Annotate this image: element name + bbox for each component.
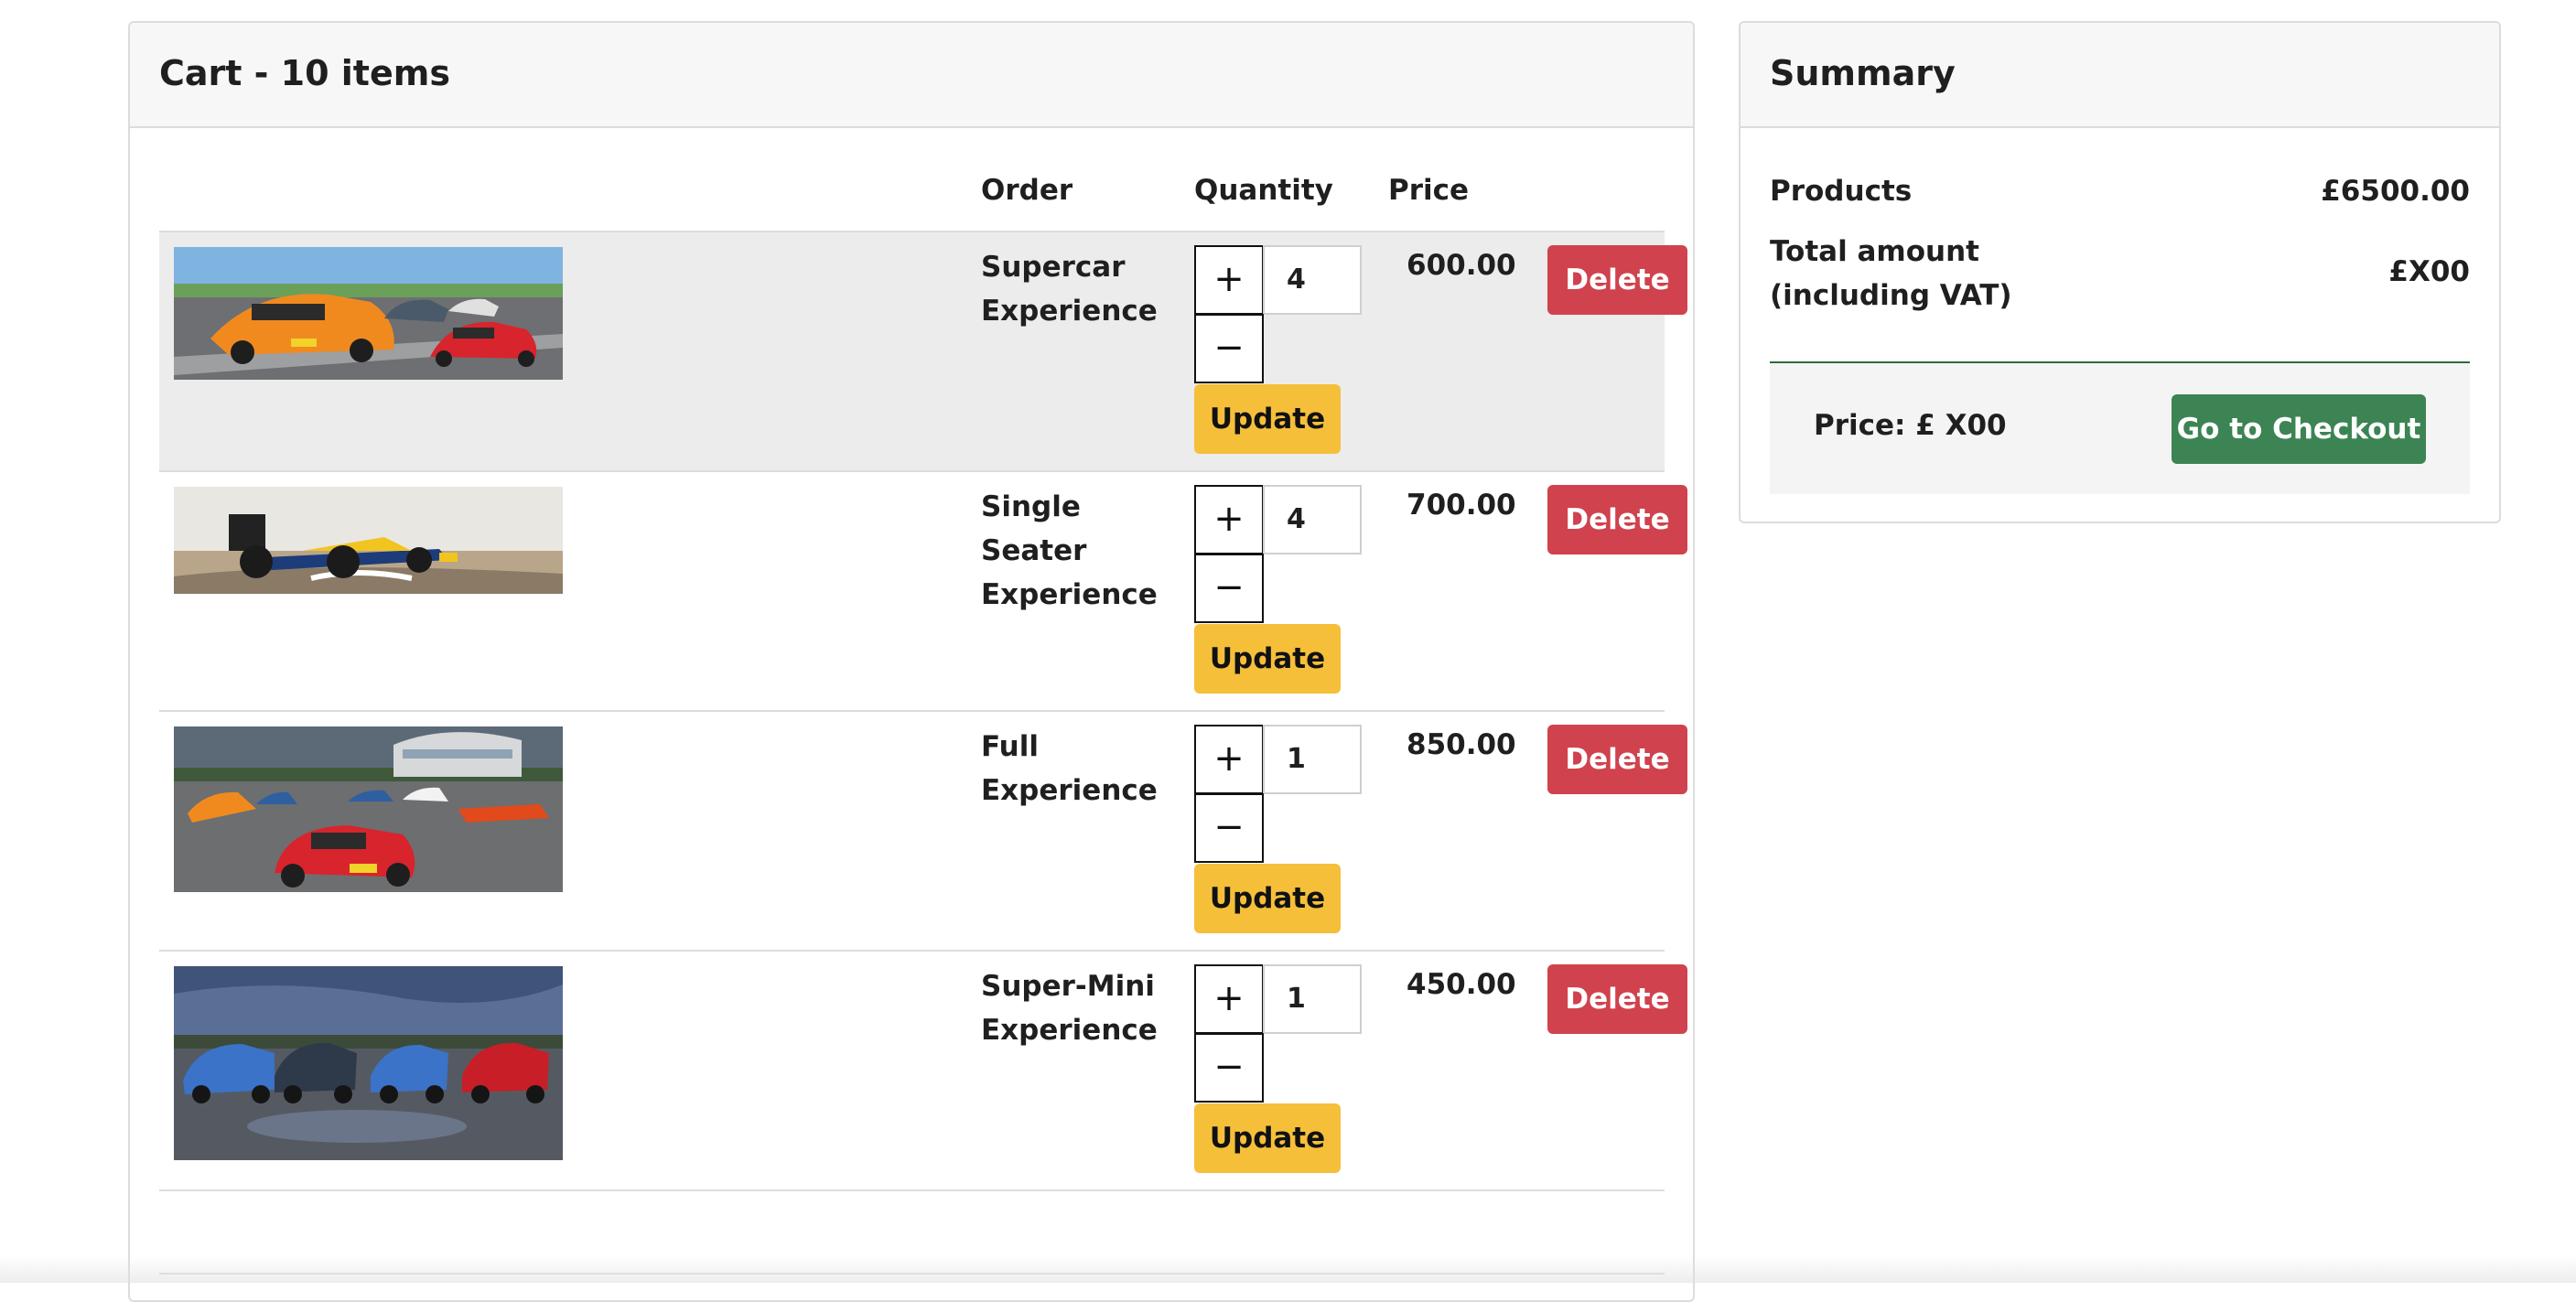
delete-button[interactable]: Delete — [1547, 725, 1687, 794]
product-name: Full Experience — [981, 730, 1158, 807]
item-price: 700.00 — [1407, 489, 1516, 522]
quantity-input[interactable]: 4 — [1263, 245, 1362, 315]
cart-row: Full Experience + 1 − Update 850.00 Dele… — [159, 710, 1687, 950]
super-mini-photo — [174, 966, 563, 1160]
item-price: 450.00 — [1407, 968, 1516, 1001]
column-header-order: Order — [981, 174, 1073, 207]
quantity-decrease-button[interactable]: − — [1194, 793, 1264, 863]
quantity-decrease-button[interactable]: − — [1194, 554, 1264, 623]
total-amount-value: £X00 — [2388, 255, 2470, 288]
products-value: £6500.00 — [2321, 175, 2470, 208]
update-button[interactable]: Update — [1194, 1103, 1341, 1173]
quantity-input[interactable]: 1 — [1263, 964, 1362, 1034]
quantity-increase-button[interactable]: + — [1194, 725, 1264, 794]
full-experience-photo — [174, 726, 563, 892]
products-label: Products — [1770, 175, 1913, 208]
checkout-panel: Price: £ X00 Go to Checkout — [1770, 363, 2470, 494]
single-seater-photo — [174, 487, 563, 594]
quantity-increase-button[interactable]: + — [1194, 964, 1264, 1034]
cart-card: Cart - 10 items Order Quantity Price Sup… — [128, 21, 1695, 1302]
summary-card: Summary Products £6500.00 Total amount (… — [1739, 21, 2501, 523]
update-button[interactable]: Update — [1194, 624, 1341, 694]
quantity-input[interactable]: 1 — [1263, 725, 1362, 794]
delete-button[interactable]: Delete — [1547, 245, 1687, 315]
quantity-input[interactable]: 4 — [1263, 485, 1362, 554]
product-name: Single Seater Experience — [981, 490, 1158, 611]
cart-row: Single Seater Experience + 4 − Update 70… — [159, 470, 1687, 710]
checkout-price: Price: £ X00 — [1814, 409, 2007, 442]
cart-row: Supercar Experience + 4 − Update 600.00 … — [159, 231, 1687, 470]
product-name: Super-Mini Experience — [981, 970, 1158, 1047]
update-button[interactable]: Update — [1194, 864, 1341, 933]
summary-header: Summary — [1741, 23, 2499, 128]
cart-row: Super-Mini Experience + 1 − Update 450.0… — [159, 950, 1687, 1189]
quantity-increase-button[interactable]: + — [1194, 245, 1264, 315]
quantity-decrease-button[interactable]: − — [1194, 314, 1264, 383]
product-name: Supercar Experience — [981, 251, 1158, 328]
total-amount-label: Total amount (including VAT) — [1770, 235, 2012, 312]
go-to-checkout-button[interactable]: Go to Checkout — [2172, 394, 2426, 464]
bottom-shadow — [0, 1255, 2576, 1283]
update-button[interactable]: Update — [1194, 384, 1341, 454]
column-header-quantity: Quantity — [1194, 174, 1333, 207]
delete-button[interactable]: Delete — [1547, 485, 1687, 554]
table-divider — [159, 1189, 1665, 1191]
item-price: 850.00 — [1407, 728, 1516, 761]
quantity-decrease-button[interactable]: − — [1194, 1033, 1264, 1103]
delete-button[interactable]: Delete — [1547, 964, 1687, 1034]
cart-header: Cart - 10 items — [130, 23, 1693, 128]
quantity-increase-button[interactable]: + — [1194, 485, 1264, 554]
item-price: 600.00 — [1407, 249, 1516, 282]
summary-title: Summary — [1770, 53, 1956, 93]
supercar-photo — [174, 247, 563, 380]
cart-title: Cart - 10 items — [159, 53, 450, 93]
column-header-price: Price — [1388, 174, 1470, 207]
